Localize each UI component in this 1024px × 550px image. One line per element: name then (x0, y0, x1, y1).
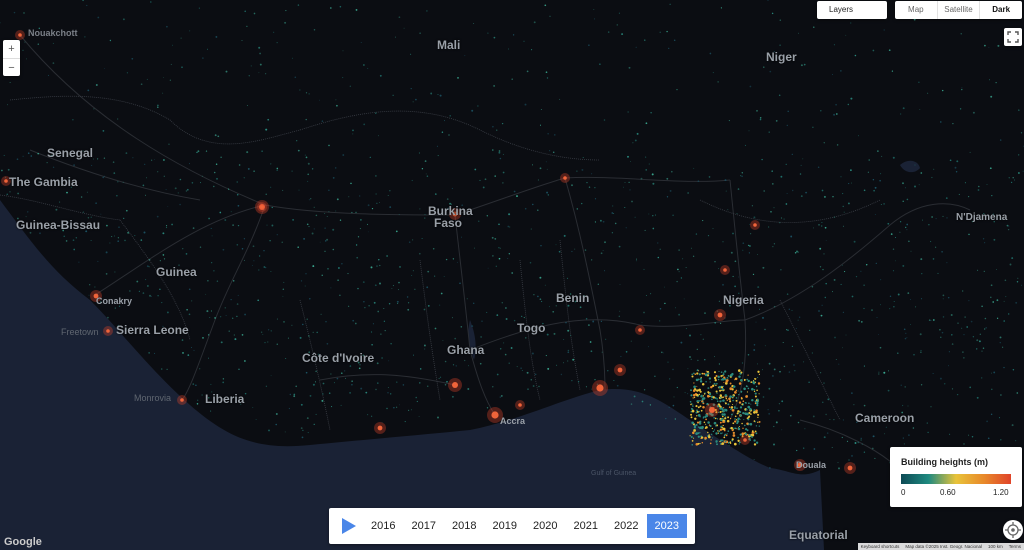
country-label-cote-divoire: Côte d'Ivoire (302, 351, 375, 365)
play-icon (342, 518, 356, 534)
year-2021-button[interactable]: 2021 (566, 514, 607, 538)
crosshair-icon (1005, 522, 1021, 538)
map-type-dark-button[interactable]: Dark (980, 1, 1022, 19)
year-timeline: 2016 2017 2018 2019 2020 2021 2022 2023 (329, 508, 695, 544)
city-label-douala: Douala (796, 460, 827, 470)
fullscreen-button[interactable] (1004, 28, 1022, 46)
country-label-nigeria: Nigeria (723, 293, 764, 307)
year-2016-button[interactable]: 2016 (363, 514, 404, 538)
country-label-benin: Benin (556, 291, 590, 305)
legend-tick-min: 0 (901, 488, 906, 497)
my-location-button[interactable] (1003, 520, 1023, 540)
map-data-text: Map data ©2025 Inst. Geogr. Nacional (905, 544, 982, 549)
scale-bar-label: 100 km (987, 544, 1003, 549)
legend-title: Building heights (m) (901, 457, 988, 467)
country-label-the-gambia: The Gambia (9, 175, 78, 189)
city-label-ndjamena: N'Djamena (956, 212, 1008, 223)
country-label-togo: Togo (517, 321, 546, 335)
year-2018-button[interactable]: 2018 (444, 514, 485, 538)
keyboard-shortcuts-link[interactable]: Keyboard shortcuts (858, 543, 903, 550)
fullscreen-icon (1007, 31, 1019, 43)
year-2022-button[interactable]: 2022 (606, 514, 647, 538)
legend-tick-max: 1.20 (993, 488, 1009, 497)
city-label-monrovia: Monrovia (134, 393, 172, 403)
year-2020-button[interactable]: 2020 (525, 514, 566, 538)
country-label-burkina-faso: Burkina Faso (428, 204, 473, 230)
map-type-map-button[interactable]: Map (895, 1, 938, 19)
terms-link[interactable]: Terms (1006, 543, 1024, 550)
legend-color-bar (901, 474, 1011, 484)
country-label-niger: Niger (766, 50, 797, 64)
sea-label-gulf-of-guinea: Gulf of Guinea (591, 470, 637, 477)
country-label-sierra-leone: Sierra Leone (116, 323, 189, 337)
city-label-accra: Accra (500, 416, 526, 426)
city-label-conakry: Conakry (96, 296, 133, 306)
country-label-senegal: Senegal (47, 146, 94, 160)
country-label-mali: Mali (437, 38, 461, 52)
year-2019-button[interactable]: 2019 (485, 514, 526, 538)
country-label-cameroon: Cameroon (855, 411, 915, 425)
country-label-guinea-bissau: Guinea-Bissau (16, 218, 101, 232)
year-2017-button[interactable]: 2017 (404, 514, 445, 538)
map-attribution-bar: Keyboard shortcuts Map data ©2025 Inst. … (857, 543, 1024, 550)
layers-button[interactable]: Layers (817, 1, 887, 19)
google-logo: Google (4, 536, 42, 548)
map-canvas[interactable] (0, 0, 1024, 550)
country-label-ghana: Ghana (447, 343, 485, 357)
city-label-freetown: Freetown (61, 327, 99, 337)
country-label-liberia: Liberia (205, 392, 245, 406)
map-type-control: Map Satellite Dark (895, 1, 1022, 19)
year-2023-button[interactable]: 2023 (646, 514, 687, 538)
zoom-out-button[interactable]: − (3, 59, 20, 77)
zoom-in-button[interactable]: + (3, 40, 20, 59)
legend-tick-mid: 0.60 (940, 488, 956, 497)
building-heights-legend: Building heights (m) 0 0.60 1.20 (890, 447, 1022, 507)
zoom-control: + − (3, 40, 20, 76)
city-label-nouakchott: Nouakchott (28, 28, 78, 38)
play-button[interactable] (333, 513, 363, 539)
country-label-equatorial: Equatorial (789, 528, 848, 542)
country-label-guinea: Guinea (156, 265, 197, 279)
map-type-satellite-button[interactable]: Satellite (938, 1, 981, 19)
